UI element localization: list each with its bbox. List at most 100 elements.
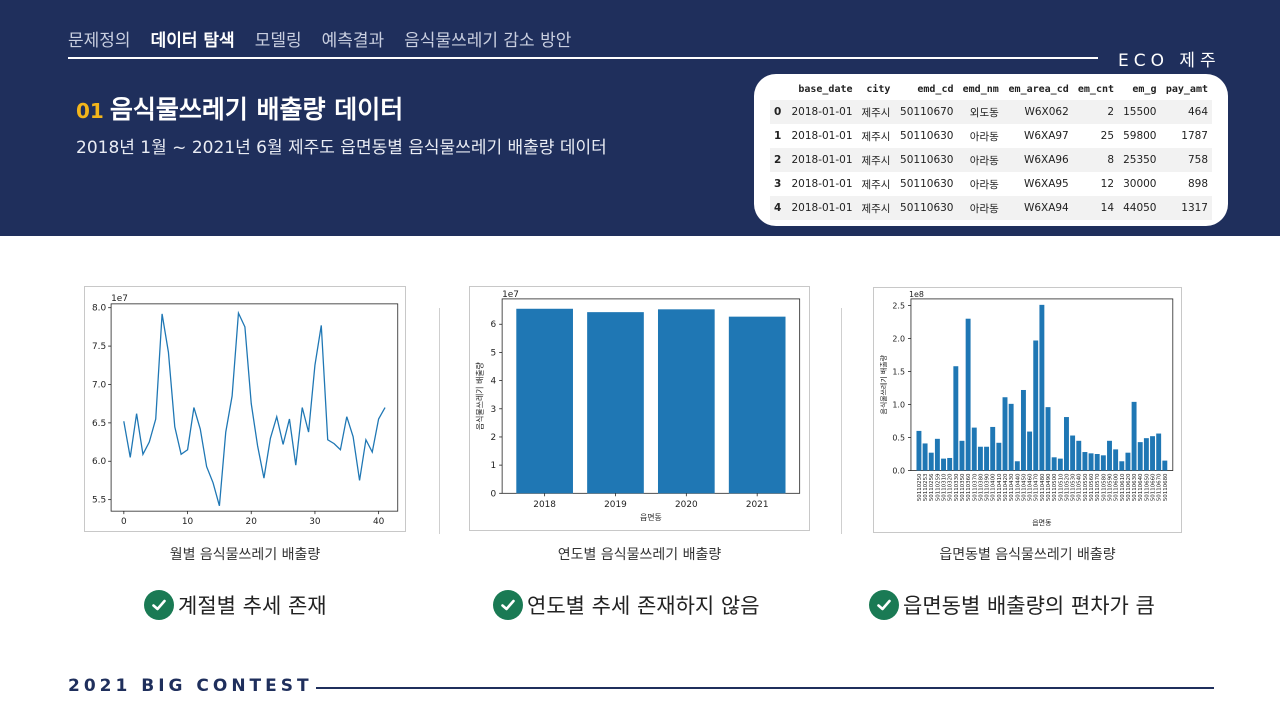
table-cell: 아라동	[957, 148, 1003, 172]
finding-seasonal: 계절별 추세 존재	[144, 590, 327, 620]
nav-item-results[interactable]: 예측결과	[322, 26, 385, 51]
check-circle-icon	[869, 590, 899, 620]
column-header: emd_cd	[917, 83, 954, 95]
section-title-text: 음식물쓰레기 배출량 데이터	[109, 95, 404, 124]
bar	[1051, 457, 1057, 471]
table-cell: 아라동	[969, 130, 999, 143]
section-number: 01	[76, 99, 104, 123]
table-cell: 59800	[1123, 130, 1157, 142]
column-header: city	[866, 83, 891, 95]
table-cell: 50110630	[900, 178, 954, 190]
y-tick-label: 5.5	[92, 496, 106, 506]
nav-item-reduction[interactable]: 음식물쓰레기 감소 방안	[404, 26, 571, 51]
x-tick-label: 50110430	[1009, 473, 1015, 501]
table-cell: 464	[1160, 100, 1212, 124]
table-cell: 2	[1072, 100, 1119, 124]
x-tick-label: 50110670	[1157, 473, 1163, 501]
x-tick-label: 50110680	[1163, 473, 1169, 501]
bar	[971, 427, 977, 471]
y-tick-label: 2.0	[892, 334, 905, 343]
table-cell: 0	[770, 100, 786, 124]
y-tick-label: 7.0	[92, 380, 106, 390]
district-caption: 읍면동별 음식물쓰레기 배출량	[939, 547, 1116, 563]
x-tick-label: 50110640	[1138, 473, 1144, 501]
series-line	[123, 310, 386, 506]
panel-divider	[841, 308, 842, 534]
table-cell: 제주시	[856, 148, 895, 172]
y-tick-label: 6.5	[92, 419, 106, 429]
table-cell: 제주시	[856, 100, 895, 124]
district-bar-chart: 1e80.00.51.01.52.02.550110250 50110253 501…	[879, 290, 1174, 527]
table-row: 0 2018-01-01 제주시 50110670 외도동 W6X062 2 15500 464	[770, 100, 1212, 124]
header-band: 문제정의 데이터 탐색 모델링 예측결과 음식물쓰레기 감소 방안 ECO 제주…	[0, 0, 1280, 236]
table-cell: 25350	[1118, 148, 1161, 172]
y-tick-label: 7.5	[92, 342, 106, 352]
nav-item-modeling[interactable]: 모델링	[255, 26, 302, 51]
x-tick-label: 50110370	[972, 473, 978, 501]
y-axis-label: 음식물쓰레기 배출량	[879, 354, 888, 414]
x-tick-label: 2020	[675, 500, 698, 510]
footer-divider	[316, 687, 1214, 689]
bar	[941, 458, 946, 471]
y-tick-label: 0.5	[892, 433, 905, 442]
y-tick-label: 6.0	[92, 457, 106, 467]
offset-label: 1e7	[502, 290, 519, 300]
table-row: 1 2018-01-01 제주시 50110630 아라동 W6XA97 25 59800 17…	[770, 124, 1212, 148]
bar	[953, 366, 959, 471]
table-cell: 3	[774, 178, 782, 190]
table-cell: 1317	[1160, 196, 1212, 220]
x-tick-label: 50110510	[1058, 473, 1064, 501]
y-tick-label: 0.0	[892, 466, 905, 475]
x-tick-label: 50110410	[997, 473, 1003, 501]
x-tick-label: 50110520	[1064, 473, 1070, 501]
table-cell: 30000	[1123, 178, 1157, 190]
x-tick-label: 50110390	[985, 473, 991, 501]
x-tick-label: 50110530	[1071, 473, 1077, 501]
bar	[1057, 458, 1063, 471]
x-tick-label: 50110440	[1015, 473, 1021, 501]
nav-item-problem[interactable]: 문제정의	[68, 26, 131, 51]
x-tick-label: 50110320	[948, 473, 954, 501]
bar	[1002, 397, 1008, 471]
nav-item-data-exploration[interactable]: 데이터 탐색	[151, 26, 235, 51]
x-tick-label: 20	[246, 517, 258, 527]
bar	[984, 446, 990, 471]
table-cell: 아라동	[969, 178, 999, 191]
x-tick-label: 30	[309, 517, 321, 527]
x-tick-label: 50110360	[966, 473, 972, 501]
data-preview-card: base_date city emd_cd emd_nm em_area_cd …	[754, 74, 1228, 226]
yearly-chart-panel: 1e7 0 1 2 3 4 5 6 2018 2019 2020 2021 읍면동 음식물쓰레기 배출량	[469, 286, 810, 531]
table-cell: 2018-01-01	[785, 196, 857, 220]
table-cell: 15500	[1118, 100, 1161, 124]
check-circle-icon	[493, 590, 523, 620]
table-cell: 2018-01-01	[785, 100, 857, 124]
column-header: em_cnt	[1077, 83, 1115, 95]
x-tick-label: 50110490	[1046, 473, 1052, 501]
x-tick-label: 50110256	[929, 473, 935, 501]
x-tick-label: 0	[121, 517, 127, 527]
x-axis-label: 읍면동	[640, 512, 662, 522]
bar	[1143, 438, 1149, 471]
x-tick-label: 50110590	[1107, 473, 1113, 501]
footer-label: 2021 BIG CONTEST	[68, 676, 313, 696]
column-header: emd_nm	[962, 83, 999, 95]
bar	[1162, 460, 1168, 471]
finding-text: 연도별 추세 존재하지 않음	[527, 594, 760, 618]
table-cell: 1787	[1181, 130, 1208, 142]
bar	[657, 309, 715, 494]
y-tick-label: 2.5	[892, 301, 905, 310]
bar	[990, 426, 996, 471]
table-cell: 898	[1187, 178, 1208, 190]
table-cell: 50110630	[894, 148, 958, 172]
bar	[1150, 436, 1155, 471]
x-tick-label: 50110610	[1120, 473, 1126, 501]
x-tick-label: 50110380	[978, 473, 984, 501]
bar	[922, 443, 928, 471]
bar	[996, 442, 1002, 471]
x-tick-label: 50110470	[1034, 473, 1040, 501]
y-tick-label: 6	[491, 320, 497, 330]
bar	[916, 430, 922, 471]
column-header	[770, 78, 786, 100]
table-cell: W6XA96	[1002, 148, 1073, 172]
bar	[1131, 401, 1137, 471]
